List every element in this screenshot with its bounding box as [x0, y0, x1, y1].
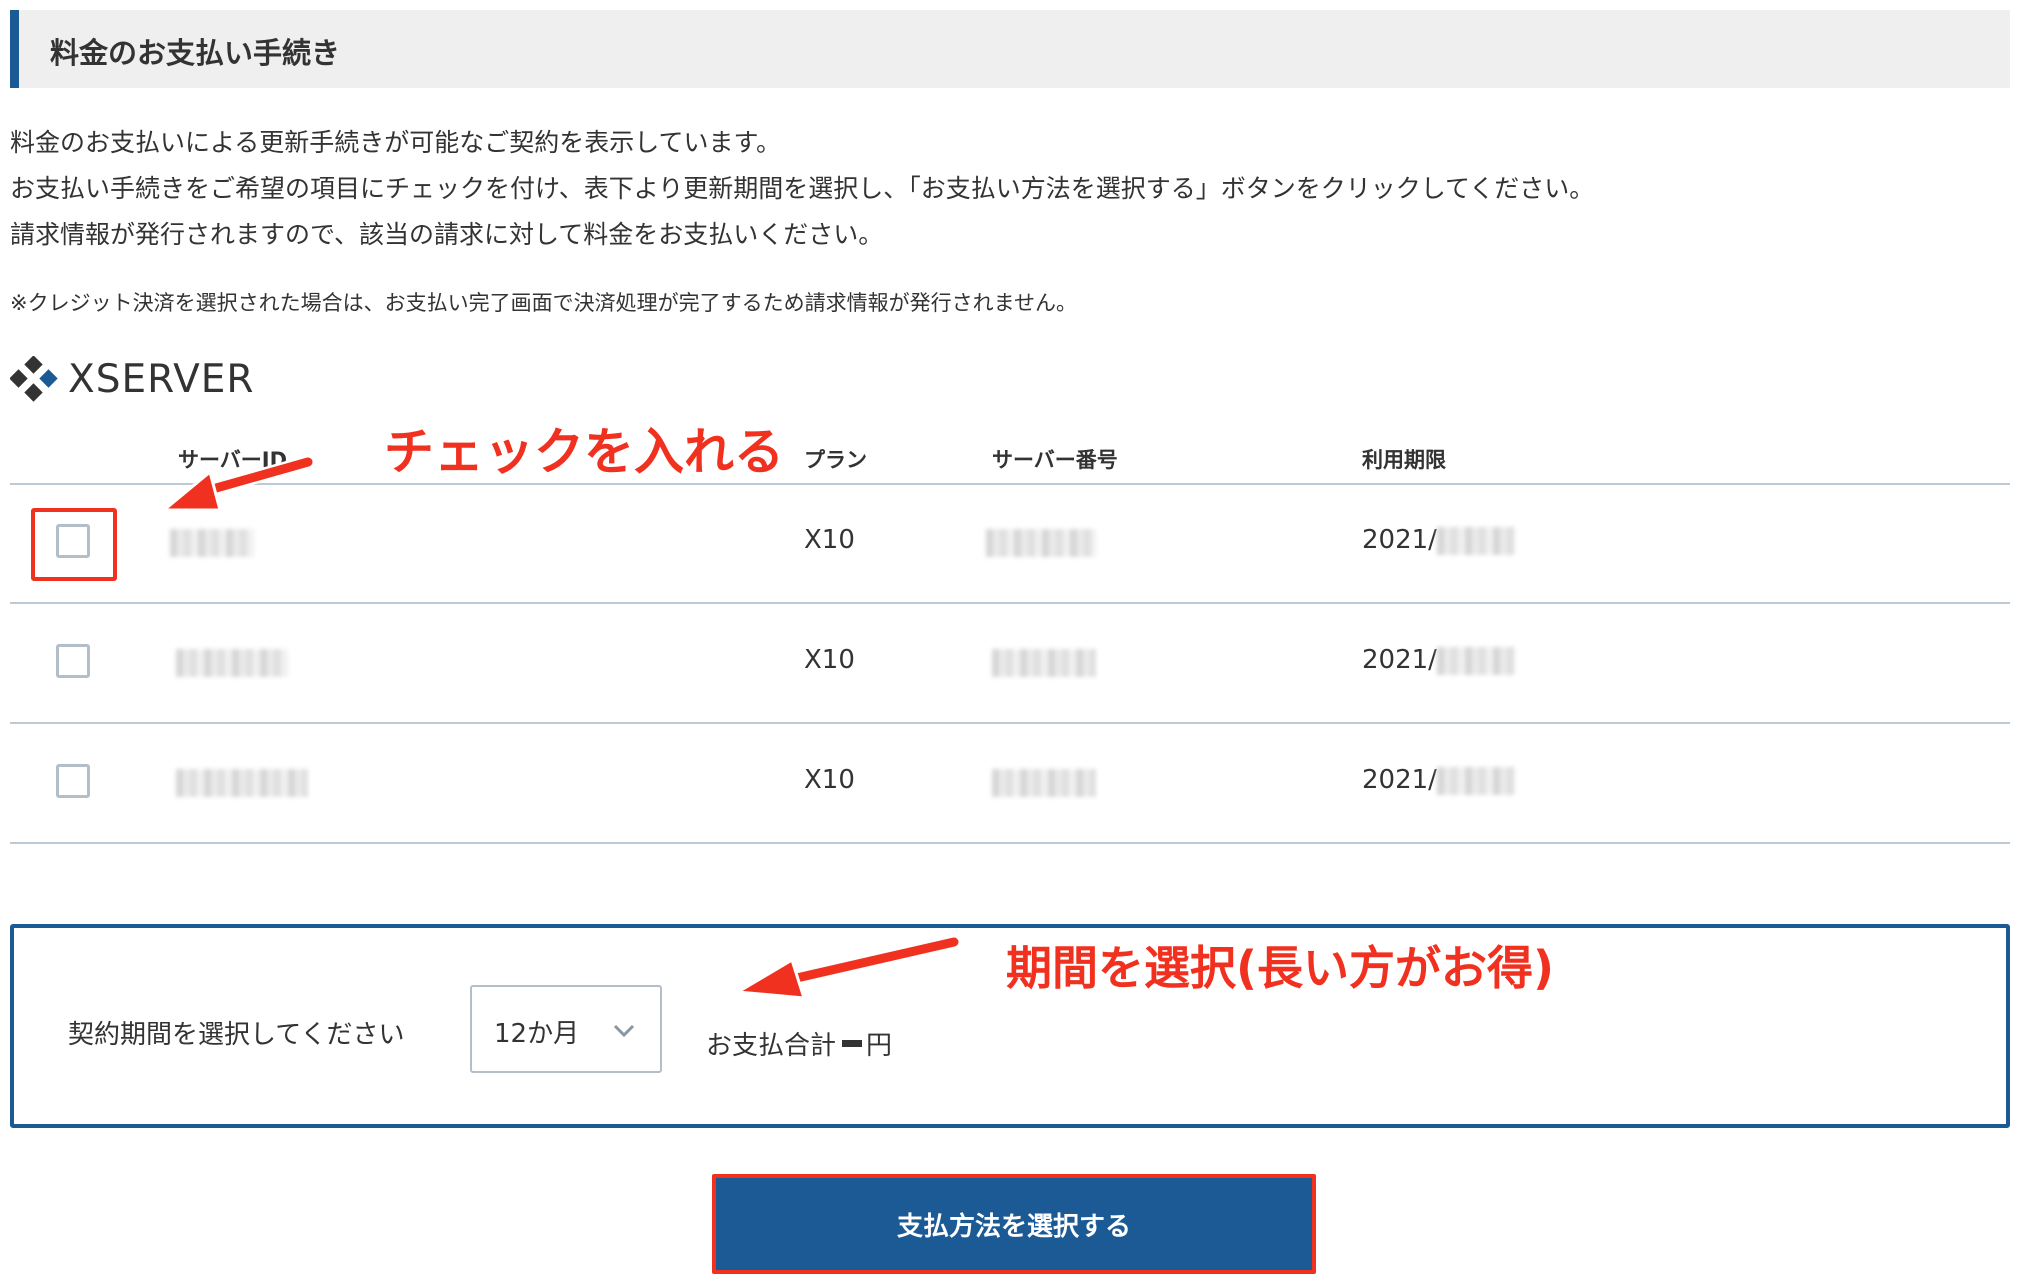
- contract-period-select[interactable]: 12か月: [470, 985, 662, 1073]
- server-id-redacted: [176, 768, 308, 797]
- total-suffix: 円: [866, 1031, 893, 1061]
- server-number-redacted: [986, 528, 1096, 557]
- chevron-down-icon: [613, 1024, 635, 1038]
- section-header: 料金のお支払い手続き: [10, 10, 2010, 88]
- row-checkbox[interactable]: [56, 764, 90, 798]
- annotation-arrow-icon: [159, 455, 315, 512]
- xserver-logo: XSERVER: [10, 356, 255, 402]
- annotation-check: チェックを入れる: [383, 422, 785, 482]
- plan-value: X10: [804, 525, 855, 555]
- table-row: X10 2021/: [10, 604, 2010, 722]
- period-label: 契約期間を選択してください: [68, 1020, 405, 1050]
- expiry-value: 2021/: [1362, 765, 1437, 795]
- payment-total: お支払合計円: [706, 1025, 892, 1062]
- server-number-redacted: [992, 648, 1096, 677]
- annotation-period: 期間を選択(長い方がお得): [1005, 940, 1555, 996]
- expiry-value: 2021/: [1362, 645, 1437, 675]
- page-title: 料金のお支払い手続き: [50, 36, 341, 70]
- xserver-diamond-logo-icon: [10, 356, 58, 402]
- expiry-value: 2021/: [1362, 525, 1437, 555]
- plan-value: X10: [804, 645, 855, 675]
- total-label: お支払合計: [706, 1031, 837, 1061]
- logo-text: XSERVER: [68, 356, 255, 402]
- column-header-server-number: サーバー番号: [992, 448, 1118, 472]
- column-header-expiry: 利用期限: [1362, 448, 1446, 472]
- plan-value: X10: [804, 765, 855, 795]
- expiry-redacted: [1436, 526, 1515, 555]
- server-id-redacted: [170, 528, 254, 557]
- total-amount-redacted: [842, 1040, 863, 1047]
- intro-line-1: 料金のお支払いによる更新手続きが可能なご契約を表示しています。: [10, 128, 782, 157]
- select-value: 12か月: [494, 1019, 580, 1049]
- intro-line-3: 請求情報が発行されますので、該当の請求に対して料金をお支払いください。: [10, 220, 884, 249]
- expiry-redacted: [1436, 766, 1515, 795]
- annotation-arrow-icon: [733, 935, 961, 1000]
- intro-text: 料金のお支払いによる更新手続きが可能なご契約を表示しています。 お支払い手続きを…: [10, 120, 1594, 258]
- table-row: X10 2021/: [10, 724, 2010, 842]
- credit-note: ※クレジット決済を選択された場合は、お支払い完了画面で決済処理が完了するため請求…: [10, 291, 1077, 315]
- select-payment-method-button[interactable]: 支払方法を選択する: [712, 1174, 1316, 1274]
- server-id-redacted: [176, 648, 288, 677]
- intro-line-2: お支払い手続きをご希望の項目にチェックを付け、表下より更新期間を選択し、「お支払…: [10, 174, 1595, 203]
- column-header-plan: プラン: [804, 448, 867, 472]
- table-bottom-divider: [10, 842, 2010, 844]
- server-number-redacted: [992, 768, 1096, 797]
- row-checkbox[interactable]: [56, 644, 90, 678]
- expiry-redacted: [1436, 646, 1515, 675]
- checkbox-highlight-frame: [31, 508, 117, 581]
